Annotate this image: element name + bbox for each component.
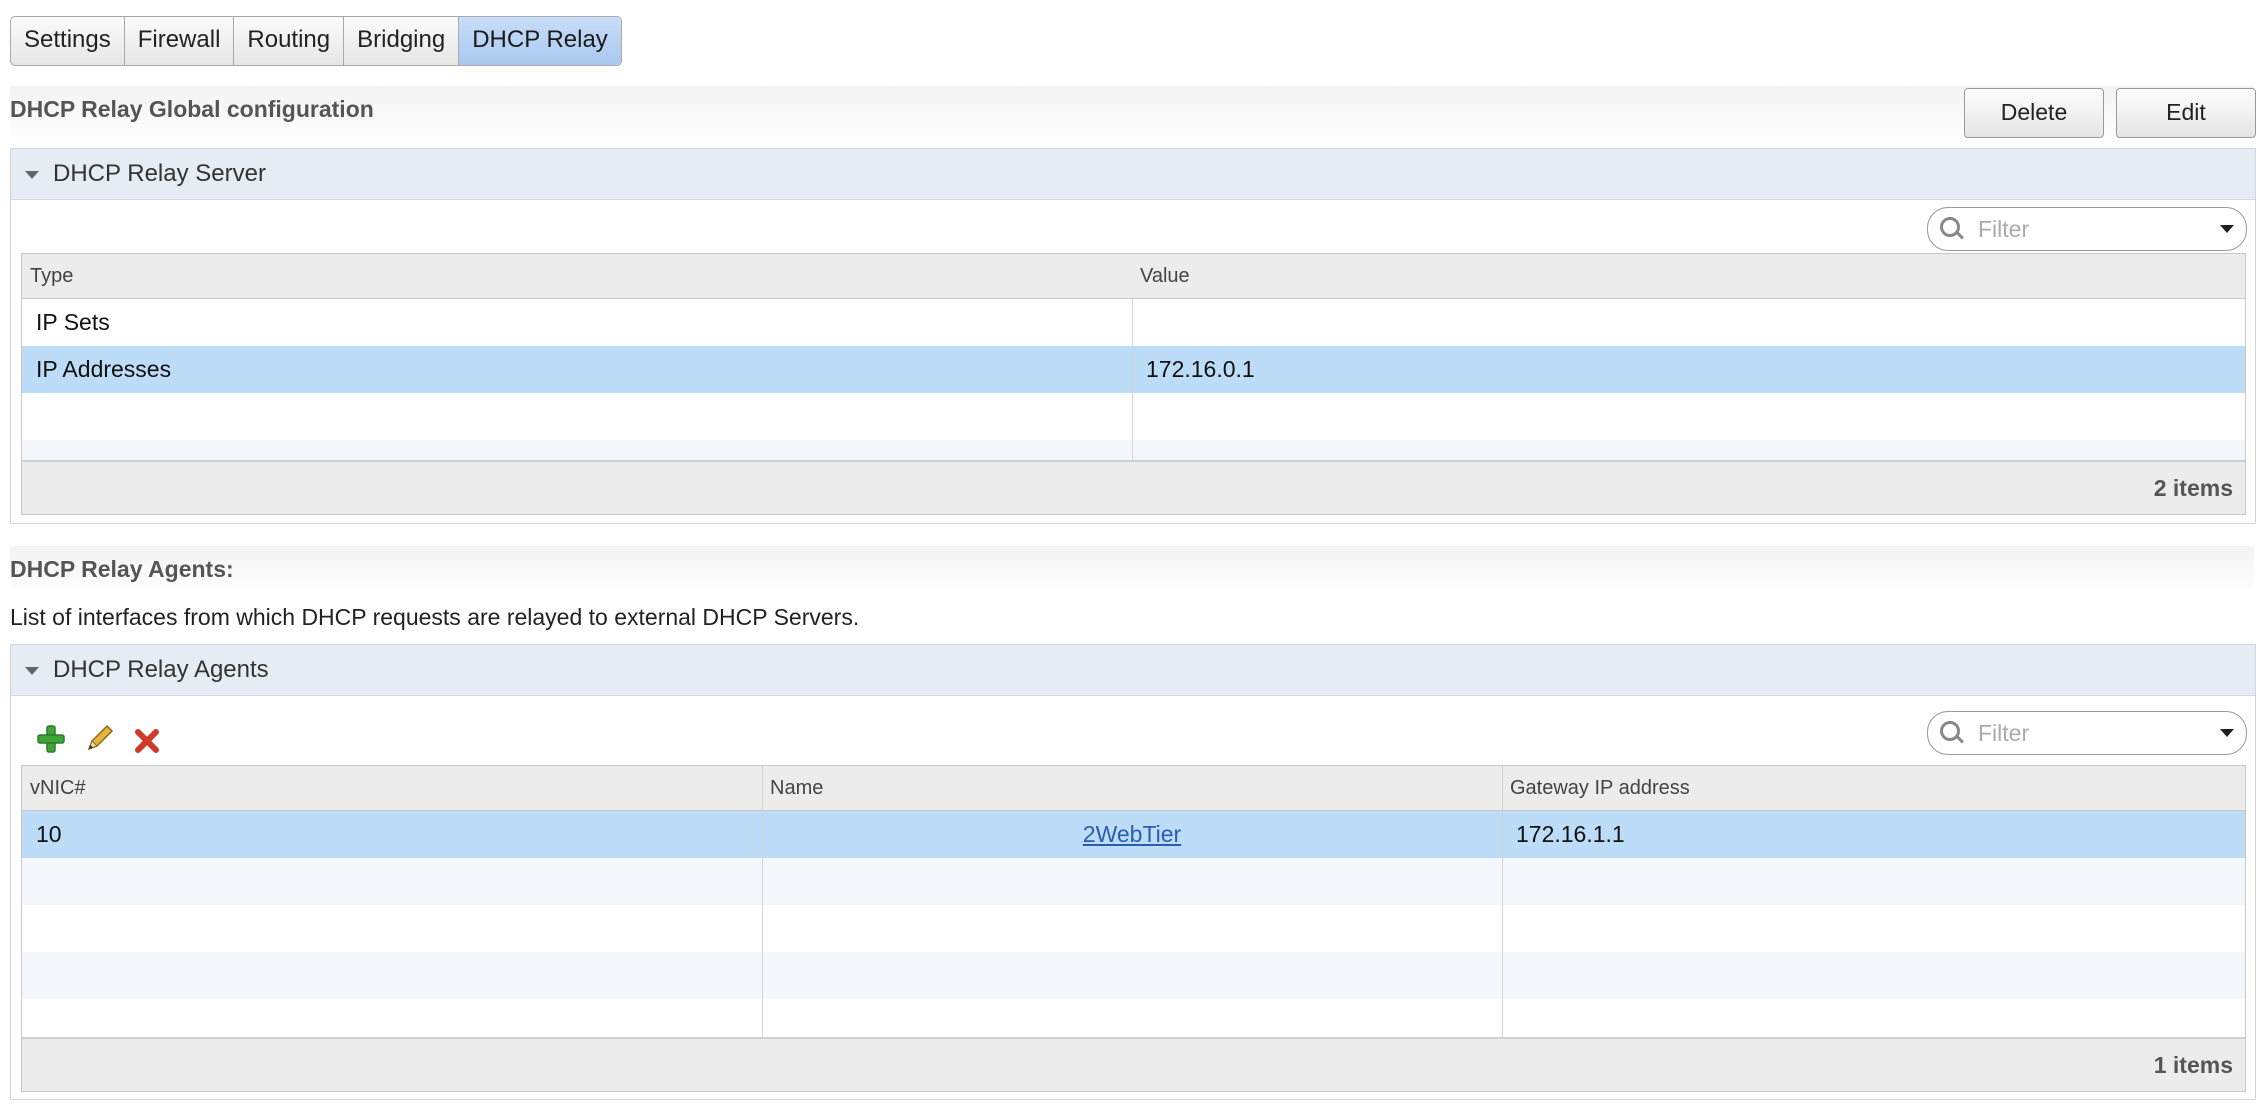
empty-row bbox=[22, 952, 2245, 999]
edit-button[interactable]: Edit bbox=[2116, 88, 2256, 138]
tab-firewall[interactable]: Firewall bbox=[125, 17, 235, 65]
agents-table-footer: 1 items bbox=[22, 1037, 2245, 1091]
empty-row bbox=[22, 999, 2245, 1037]
column-header-value[interactable]: Value bbox=[1132, 254, 2245, 298]
column-divider bbox=[762, 766, 763, 1037]
tab-bridging[interactable]: Bridging bbox=[344, 17, 460, 65]
column-divider bbox=[1502, 766, 1503, 1037]
relay-agents-panel-header[interactable]: DHCP Relay Agents bbox=[11, 645, 2255, 696]
plus-icon[interactable] bbox=[35, 723, 67, 755]
x-icon[interactable] bbox=[131, 725, 163, 757]
agents-filter-input[interactable]: Filter bbox=[1927, 711, 2247, 755]
server-table-footer: 2 items bbox=[22, 460, 2245, 514]
item-count: 2 items bbox=[2153, 475, 2233, 501]
table-row-selected[interactable]: IP Addresses 172.16.0.1 bbox=[22, 346, 2245, 393]
tab-dhcp-relay[interactable]: DHCP Relay bbox=[459, 17, 621, 65]
agents-section-title: DHCP Relay Agents: bbox=[10, 556, 234, 582]
column-header-gateway[interactable]: Gateway IP address bbox=[1502, 766, 2245, 810]
cell-vnic: 10 bbox=[36, 821, 62, 847]
cell-type: IP Sets bbox=[36, 309, 110, 335]
table-row-selected[interactable]: 10 2WebTier 172.16.1.1 bbox=[22, 811, 2245, 858]
relay-agents-panel: DHCP Relay Agents Filter vNIC# Name Gate… bbox=[10, 644, 2256, 1100]
agents-table: vNIC# Name Gateway IP address 10 2WebTie… bbox=[21, 765, 2246, 1092]
tab-bar: Settings Firewall Routing Bridging DHCP … bbox=[10, 16, 622, 66]
collapse-triangle-icon bbox=[25, 171, 39, 179]
column-header-vnic[interactable]: vNIC# bbox=[22, 766, 762, 810]
empty-row bbox=[22, 905, 2245, 952]
empty-row bbox=[22, 440, 2245, 460]
empty-row bbox=[22, 393, 2245, 440]
tab-routing[interactable]: Routing bbox=[234, 17, 345, 65]
column-header-type[interactable]: Type bbox=[22, 254, 1132, 298]
relay-server-panel-header[interactable]: DHCP Relay Server bbox=[11, 149, 2255, 200]
agents-description: List of interfaces from which DHCP reque… bbox=[10, 604, 860, 630]
filter-placeholder: Filter bbox=[1978, 216, 2030, 242]
global-config-title: DHCP Relay Global configuration bbox=[10, 96, 374, 122]
relay-server-panel: DHCP Relay Server Filter Type Value IP S… bbox=[10, 148, 2256, 524]
cell-name: 2WebTier bbox=[762, 811, 1502, 858]
delete-button[interactable]: Delete bbox=[1964, 88, 2104, 138]
pencil-icon[interactable] bbox=[83, 723, 115, 755]
server-filter-input[interactable]: Filter bbox=[1927, 207, 2247, 251]
empty-row bbox=[22, 858, 2245, 905]
column-divider bbox=[1132, 299, 1133, 460]
chevron-down-icon[interactable] bbox=[2220, 225, 2234, 233]
agents-section-bar bbox=[10, 546, 2254, 596]
cell-type: IP Addresses bbox=[36, 356, 172, 382]
agents-table-header: vNIC# Name Gateway IP address bbox=[22, 766, 2245, 811]
chevron-down-icon[interactable] bbox=[2220, 729, 2234, 737]
relay-server-panel-title: DHCP Relay Server bbox=[53, 160, 266, 187]
filter-placeholder: Filter bbox=[1978, 720, 2030, 746]
cell-gateway: 172.16.1.1 bbox=[1516, 821, 1625, 847]
tab-settings[interactable]: Settings bbox=[11, 17, 125, 65]
server-table-header: Type Value bbox=[22, 254, 2245, 299]
item-count: 1 items bbox=[2153, 1052, 2233, 1078]
search-icon bbox=[1940, 217, 1960, 237]
collapse-triangle-icon bbox=[25, 667, 39, 675]
interface-name-link[interactable]: 2WebTier bbox=[1083, 821, 1181, 847]
server-table: Type Value IP Sets IP Addresses 172.16.0… bbox=[21, 253, 2246, 515]
cell-value: 172.16.0.1 bbox=[1146, 356, 1255, 382]
column-header-name[interactable]: Name bbox=[762, 766, 1502, 810]
relay-agents-panel-title: DHCP Relay Agents bbox=[53, 656, 269, 683]
table-row[interactable]: IP Sets bbox=[22, 299, 2245, 346]
search-icon bbox=[1940, 721, 1960, 741]
